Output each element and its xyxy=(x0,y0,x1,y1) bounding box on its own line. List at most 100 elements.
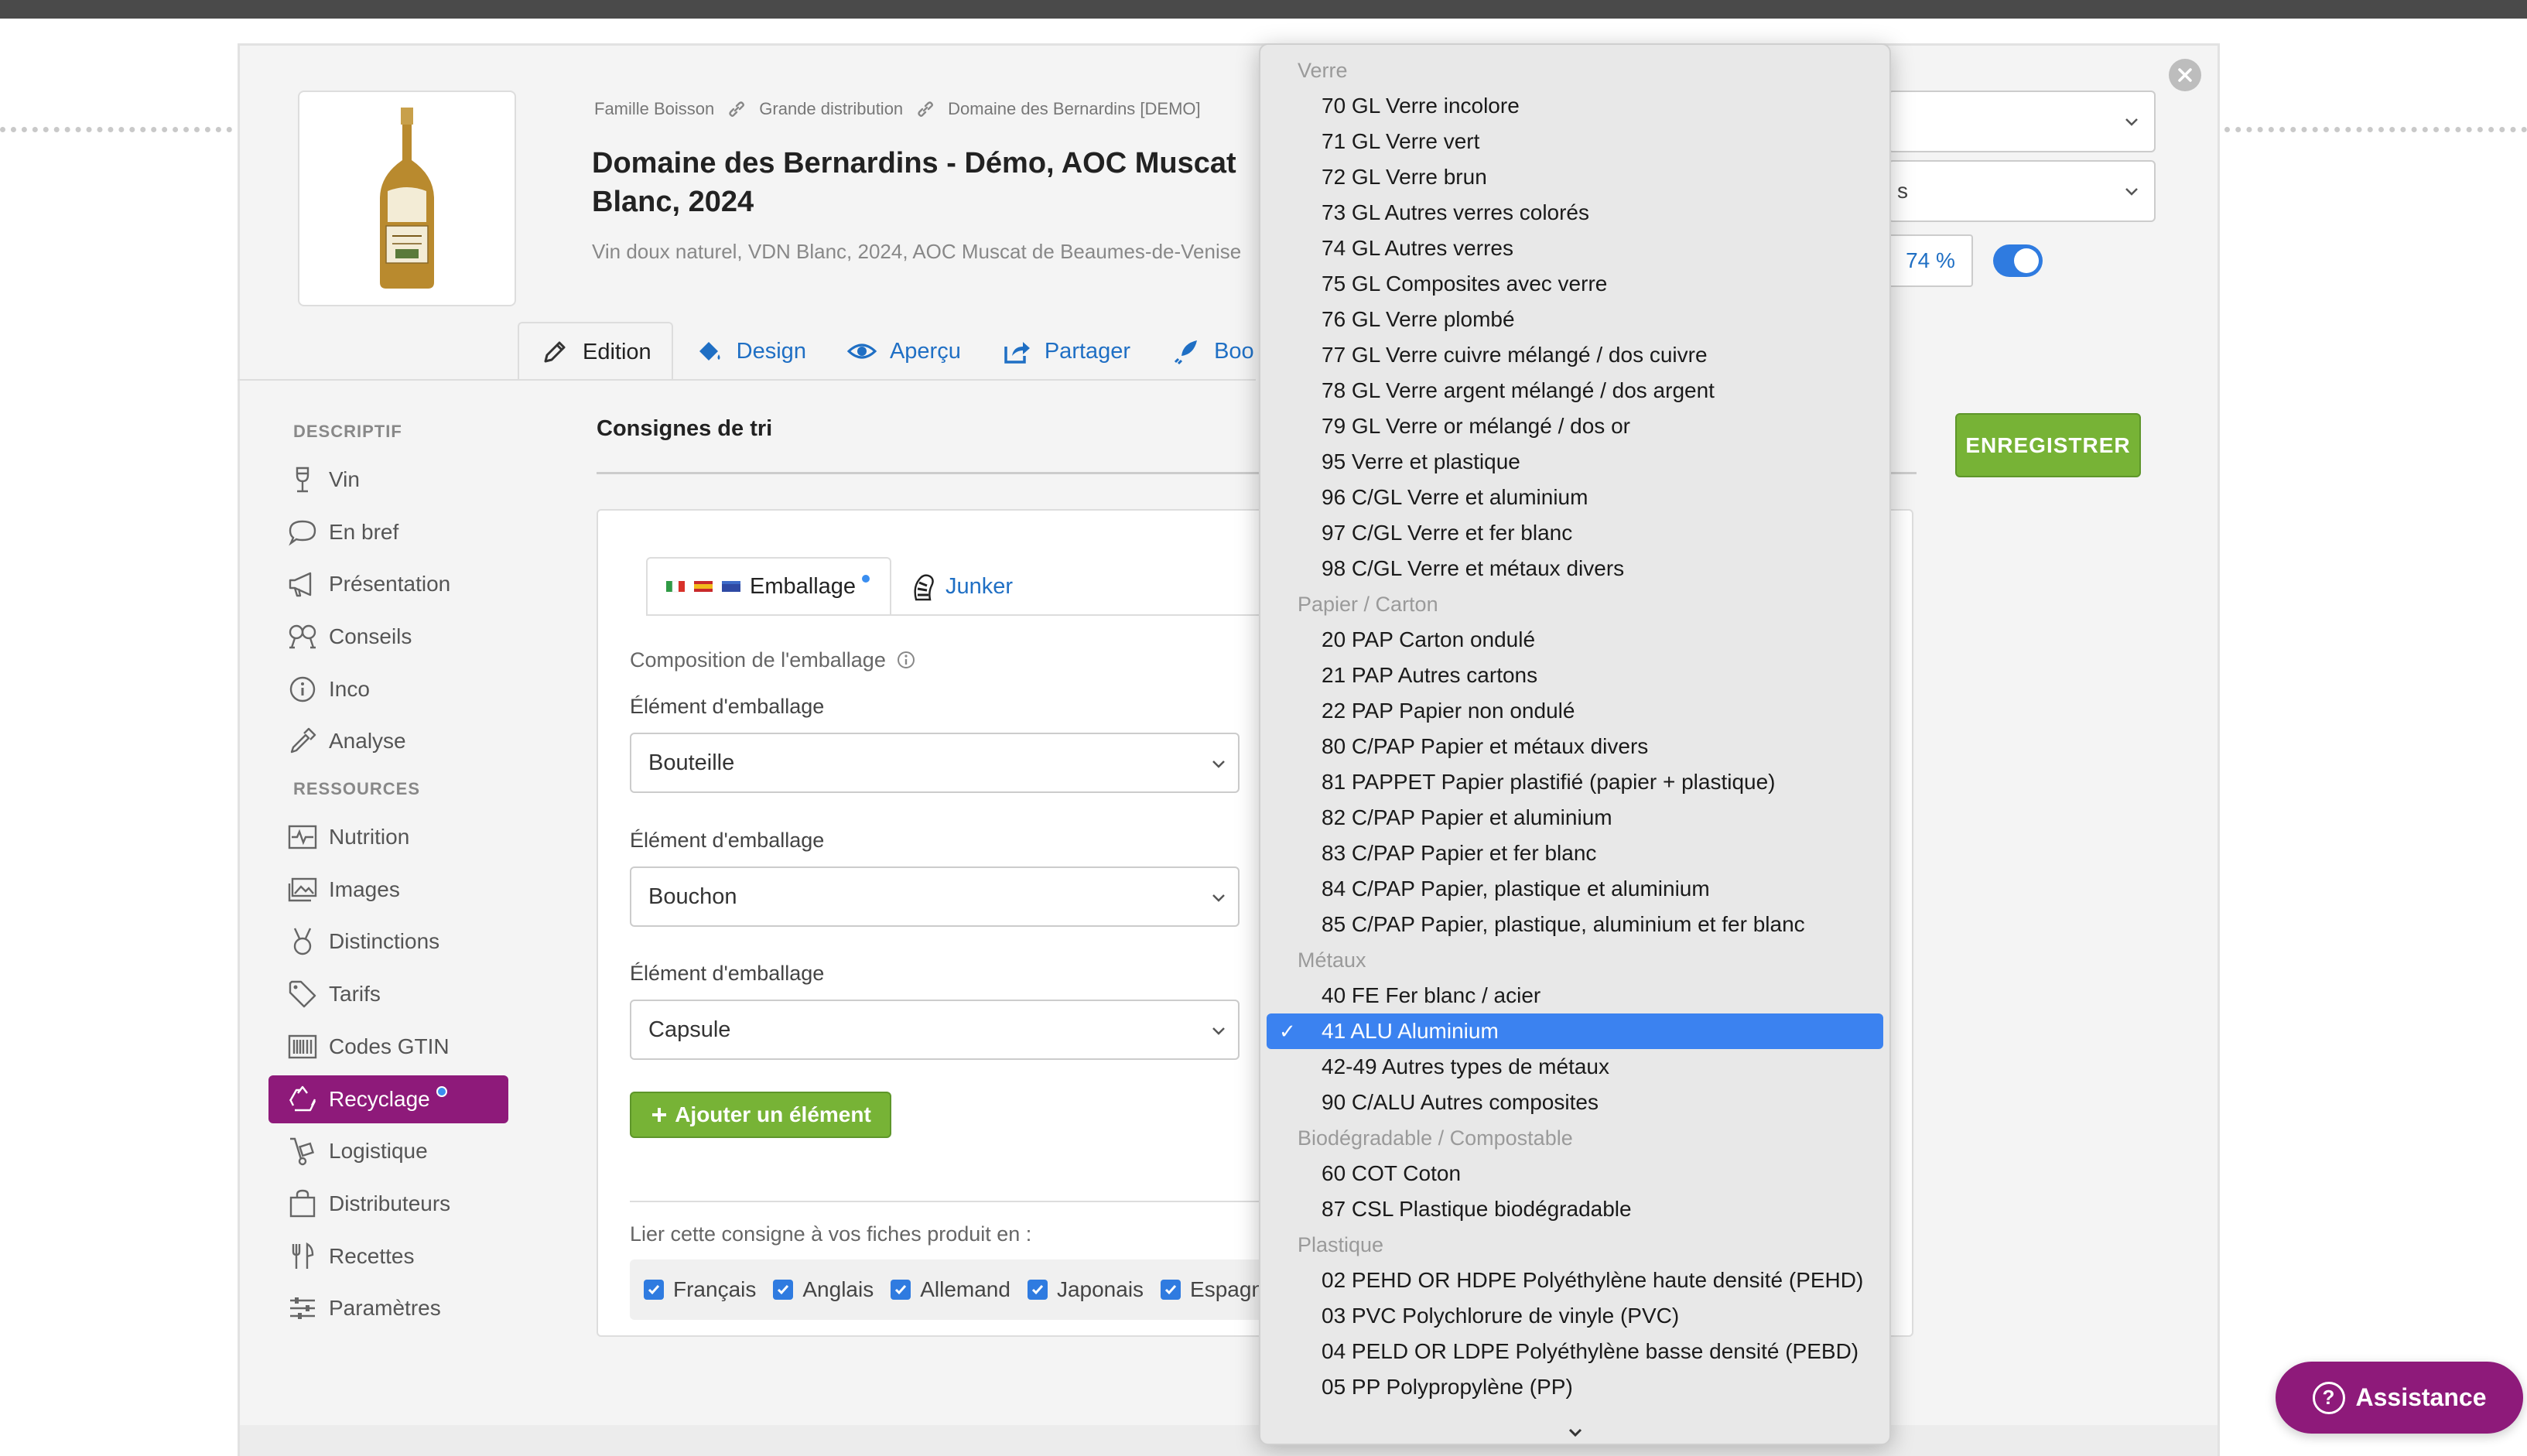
chevron-down-icon xyxy=(1568,1428,1582,1437)
product-subtitle: Vin doux naturel, VDN Blanc, 2024, AOC M… xyxy=(592,240,1242,263)
dropdown-group-label: Plastique xyxy=(1298,1233,1384,1256)
sidebar-item-recettes[interactable]: Recettes xyxy=(268,1230,508,1283)
checkbox-japonais[interactable]: Japonais xyxy=(1027,1277,1144,1302)
dropdown-scroll-down[interactable] xyxy=(1260,1427,1889,1439)
dropdown-option[interactable]: 98 C/GL Verre et métaux divers xyxy=(1260,551,1889,586)
dropdown-option[interactable]: 97 C/GL Verre et fer blanc xyxy=(1260,515,1889,551)
sidebar-item-inco[interactable]: Inco xyxy=(268,663,508,716)
product-image[interactable] xyxy=(298,91,516,306)
element-select-1[interactable]: Bouteille xyxy=(630,733,1240,793)
dropdown-option[interactable]: 04 PELD OR LDPE Polyéthylène basse densi… xyxy=(1260,1334,1889,1369)
sidebar-section-descriptif: DESCRIPTIF xyxy=(293,422,402,441)
tab-edition-label: Edition xyxy=(583,339,651,364)
right-select-2[interactable]: s xyxy=(1888,160,2156,222)
toggle-knob xyxy=(2014,248,2039,273)
close-modal-button[interactable] xyxy=(2169,59,2201,91)
sidebar-item-recyclage[interactable]: Recyclage xyxy=(268,1075,508,1123)
checkbox-espagnol[interactable]: Espagnol xyxy=(1161,1277,1272,1302)
info-icon[interactable] xyxy=(896,650,916,670)
assistance-button[interactable]: ? Assistance xyxy=(2276,1362,2523,1434)
dropdown-option[interactable]: 79 GL Verre or mélangé / dos or xyxy=(1260,408,1889,444)
add-element-button[interactable]: Ajouter un élément xyxy=(630,1092,891,1138)
sidebar-item-vin[interactable]: Vin xyxy=(268,453,508,506)
right-select-1[interactable] xyxy=(1888,91,2156,152)
right-select-2-value: s xyxy=(1897,179,1908,203)
dropdown-option[interactable]: 76 GL Verre plombé xyxy=(1260,302,1889,337)
checkbox-anglais[interactable]: Anglais xyxy=(773,1277,874,1302)
save-button[interactable]: ENREGISTRER xyxy=(1955,413,2141,477)
dropdown-option[interactable]: 90 C/ALU Autres composites xyxy=(1260,1085,1889,1120)
breadcrumb-channel[interactable]: Grande distribution xyxy=(759,99,903,119)
sidebar-item-label: Tarifs xyxy=(329,982,381,1007)
sidebar-item-parametres[interactable]: Paramètres xyxy=(268,1283,508,1335)
breadcrumb-family[interactable]: Famille Boisson xyxy=(594,99,714,119)
dropdown-option-label: 71 GL Verre vert xyxy=(1322,129,1480,153)
subtab-emballage[interactable]: Emballage xyxy=(646,557,892,616)
dropdown-option[interactable]: 60 COT Coton xyxy=(1260,1156,1889,1191)
sidebar-item-analyse[interactable]: Analyse xyxy=(268,715,508,767)
material-dropdown-menu[interactable]: Verre 70 GL Verre incolore 71 GL Verre ver… xyxy=(1259,43,1891,1445)
element-select-2[interactable]: Bouchon xyxy=(630,866,1240,927)
breadcrumb-domain[interactable]: Domaine des Bernardins [DEMO] xyxy=(948,99,1200,119)
dropdown-option[interactable]: 21 PAP Autres cartons xyxy=(1260,658,1889,693)
dropdown-option[interactable]: 78 GL Verre argent mélangé / dos argent xyxy=(1260,373,1889,408)
tab-partager[interactable]: Partager xyxy=(981,322,1151,381)
checkbox-allemand[interactable]: Allemand xyxy=(891,1277,1010,1302)
dropdown-option[interactable]: 71 GL Verre vert xyxy=(1260,124,1889,159)
dropdown-option[interactable]: 81 PAPPET Papier plastifié (papier + pla… xyxy=(1260,764,1889,800)
dropdown-group-label: Métaux xyxy=(1298,948,1366,972)
dropdown-option[interactable]: 75 GL Composites avec verre xyxy=(1260,266,1889,302)
dropdown-option[interactable]: 85 C/PAP Papier, plastique, aluminium et… xyxy=(1260,907,1889,942)
dropdown-option[interactable]: 74 GL Autres verres xyxy=(1260,231,1889,266)
dropdown-option[interactable]: 83 C/PAP Papier et fer blanc xyxy=(1260,836,1889,871)
dropdown-option[interactable]: 70 GL Verre incolore xyxy=(1260,88,1889,124)
dropdown-option[interactable]: 95 Verre et plastique xyxy=(1260,444,1889,480)
dropdown-option[interactable]: 42-49 Autres types de métaux xyxy=(1260,1049,1889,1085)
dropdown-option-selected[interactable]: ✓ 41 ALU Aluminium xyxy=(1267,1013,1883,1049)
tab-apercu[interactable]: Aperçu xyxy=(826,322,981,381)
checkbox-francais[interactable]: Français xyxy=(644,1277,756,1302)
notification-dot xyxy=(860,573,872,584)
dropdown-option[interactable]: 80 C/PAP Papier et métaux divers xyxy=(1260,729,1889,764)
sidebar-item-presentation[interactable]: Présentation xyxy=(268,558,508,610)
element-select-3[interactable]: Capsule xyxy=(630,1000,1240,1060)
percent-toggle[interactable] xyxy=(1993,244,2043,277)
dropdown-option-label: 41 ALU Aluminium xyxy=(1322,1019,1499,1043)
sidebar-item-codes-gtin[interactable]: Codes GTIN xyxy=(268,1020,508,1073)
percent-value[interactable]: 74 % xyxy=(1888,234,1973,287)
dropdown-option[interactable]: 22 PAP Papier non ondulé xyxy=(1260,693,1889,729)
dropdown-option[interactable]: 05 PP Polypropylène (PP) xyxy=(1260,1369,1889,1405)
dropdown-option[interactable]: 73 GL Autres verres colorés xyxy=(1260,195,1889,231)
sidebar-item-tarifs[interactable]: Tarifs xyxy=(268,968,508,1020)
dropdown-option[interactable]: 40 FE Fer blanc / acier xyxy=(1260,978,1889,1013)
chevron-down-icon xyxy=(1212,1027,1225,1035)
tab-edition[interactable]: Edition xyxy=(518,322,673,381)
dropdown-option[interactable]: 03 PVC Polychlorure de vinyle (PVC) xyxy=(1260,1298,1889,1334)
dropdown-option[interactable]: 02 PEHD OR HDPE Polyéthylène haute densi… xyxy=(1260,1263,1889,1298)
dropdown-option[interactable]: 96 C/GL Verre et aluminium xyxy=(1260,480,1889,515)
sidebar-item-nutrition[interactable]: Nutrition xyxy=(268,811,508,863)
browser-top-bar xyxy=(0,0,2527,19)
zebra-icon xyxy=(914,574,934,601)
dropdown-option[interactable]: 82 C/PAP Papier et aluminium xyxy=(1260,800,1889,836)
dropdown-option-label: 72 GL Verre brun xyxy=(1322,165,1487,189)
sidebar-item-distributeurs[interactable]: Distributeurs xyxy=(268,1177,508,1230)
sidebar-item-en-bref[interactable]: En bref xyxy=(268,506,508,559)
element-label-3: Élément d'emballage xyxy=(630,962,825,985)
dropdown-option[interactable]: 84 C/PAP Papier, plastique et aluminium xyxy=(1260,871,1889,907)
dropdown-option[interactable]: 87 CSL Plastique biodégradable xyxy=(1260,1191,1889,1227)
sidebar-item-conseils[interactable]: Conseils xyxy=(268,610,508,663)
tab-design-label: Design xyxy=(736,338,806,364)
sidebar-item-logistique[interactable]: Logistique xyxy=(268,1126,508,1178)
tab-design[interactable]: Design xyxy=(673,322,826,381)
subtab-junker[interactable]: Junker xyxy=(891,557,1031,616)
dropdown-option-label: 60 COT Coton xyxy=(1322,1161,1462,1185)
barcode-icon xyxy=(288,1034,317,1058)
dropdown-option[interactable]: 77 GL Verre cuivre mélangé / dos cuivre xyxy=(1260,337,1889,373)
dropdown-option[interactable]: 72 GL Verre brun xyxy=(1260,159,1889,195)
sidebar-item-images[interactable]: Images xyxy=(268,863,508,916)
tab-boost[interactable]: Boo xyxy=(1151,322,1274,381)
dropdown-option[interactable]: 20 PAP Carton ondulé xyxy=(1260,622,1889,658)
sidebar-item-distinctions[interactable]: Distinctions xyxy=(268,916,508,969)
dropdown-option-label: 77 GL Verre cuivre mélangé / dos cuivre xyxy=(1322,343,1708,367)
